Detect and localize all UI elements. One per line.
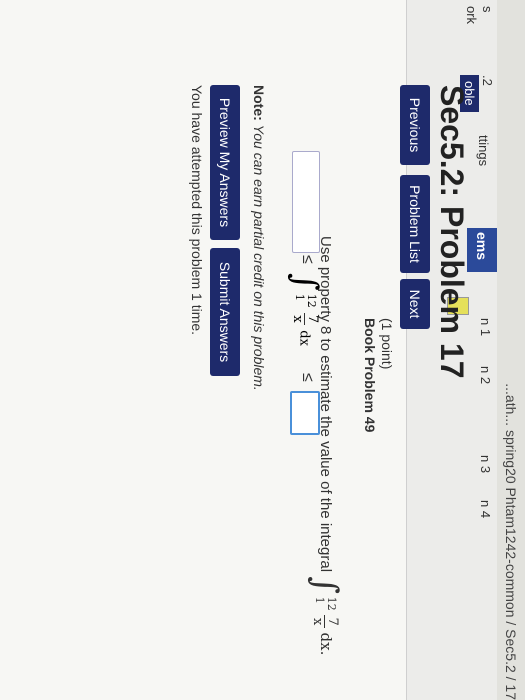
answer-integral-upper: 12 [305,293,318,308]
integral-upper: 12 [325,596,338,611]
answer-integral-sign-icon: ∫ [285,273,325,291]
answer-integrand: 7 x [290,312,321,326]
submit-answers-button[interactable]: Submit Answers [210,248,240,376]
integrand-den: x [310,617,326,626]
sidebar-item-problem-2[interactable]: n 2 [478,366,493,384]
answer-integral-expression: ∫ 12 1 7 x dx [285,273,325,346]
sidebar-item-settings[interactable]: ttings [476,135,491,166]
integrand: 7 x [310,615,341,628]
sidebar-item-0[interactable]: s [480,6,495,13]
sidebar-item-problem-1[interactable]: n 1 [478,318,493,336]
integral-sign-icon: ∫ [305,576,345,594]
next-button[interactable]: Next [400,279,430,329]
integral-lower: 1 [313,596,326,604]
previous-button[interactable]: Previous [400,85,430,165]
sidebar-item-problem-4[interactable]: n 4 [478,500,493,518]
attempts-status: You have attempted this problem 1 time. [189,85,205,336]
le-symbol-1: ≤ [299,255,316,264]
sidebar-item-problem-3[interactable]: n 3 [478,455,493,473]
answer-integral-limits: 12 1 [293,293,318,308]
sidebar-item-sec[interactable]: .2 [480,75,495,86]
integrand-num: 7 [324,615,341,628]
upper-estimate-input[interactable] [290,391,320,435]
webwork-page: ...ath... spring20 Phtam1242-common / Se… [0,0,525,700]
integral-dx: dx. [317,632,335,656]
breadcrumb[interactable]: ...ath... spring20 Phtam1242-common / Se… [497,383,525,700]
note-text: You can earn partial credit on this prob… [251,124,267,391]
problem-points: (1 point) [379,318,395,370]
answer-integral-lower: 1 [293,293,306,301]
lower-estimate-input[interactable] [292,151,320,253]
page-title: Sec5.2: Problem 17 [434,85,470,379]
sidebar-problems-header: ems [467,228,497,272]
integral-limits: 12 1 [313,596,338,611]
answer-integrand-num: 7 [304,312,321,326]
top-bar: ...ath... spring20 Phtam1242-common / Se… [497,0,525,700]
integral-expression: ∫ 12 1 7 x dx. [305,576,345,656]
book-problem-label: Book Problem 49 [362,318,378,433]
answer-integrand-den: x [290,315,306,323]
partial-credit-note: Note: You can earn partial credit on thi… [251,85,267,391]
le-symbol-2: ≤ [299,373,316,382]
note-label: Note: [251,85,267,121]
sidebar-item-homework[interactable]: ork [464,6,479,24]
preview-answers-button[interactable]: Preview My Answers [210,85,240,240]
answer-dx: dx [296,330,312,346]
problem-list-button[interactable]: Problem List [400,175,430,273]
